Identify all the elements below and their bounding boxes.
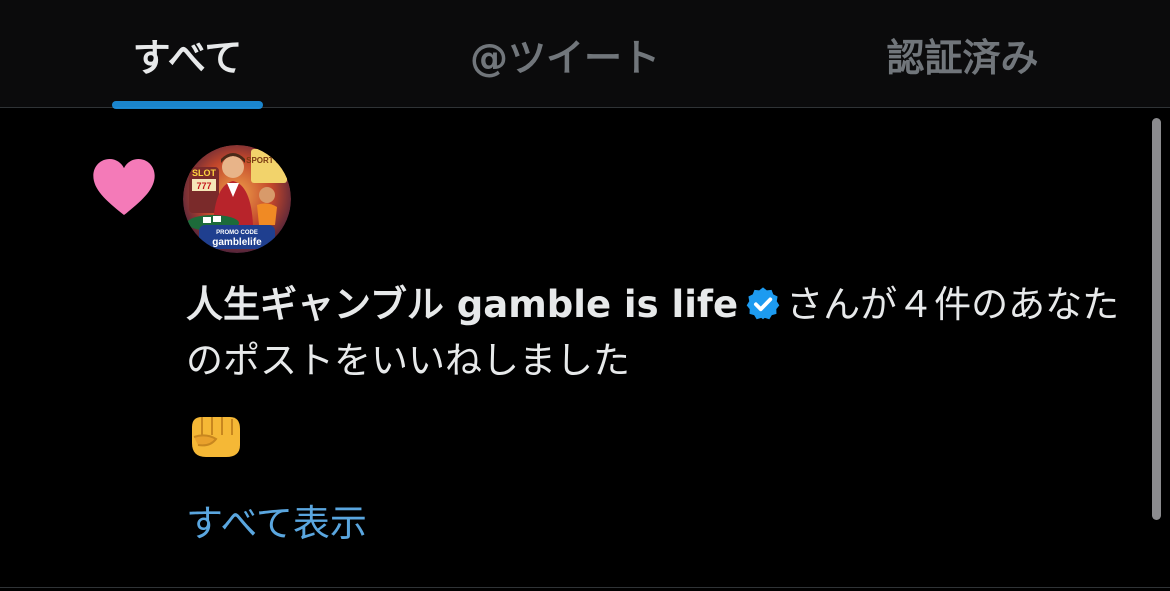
tab-verified[interactable]: 認証済み [860,0,1065,108]
avatar-sport-text: SPORT BET [246,156,291,165]
avatar-promo-text: PROMO CODE [216,230,258,236]
heart-icon [93,159,155,215]
avatar-slot-text: SLOT [192,168,217,178]
divider [0,587,1170,588]
tab-all[interactable]: すべて [110,0,265,108]
notification-tabs: すべて @ツイート 認証済み [0,0,1170,109]
fist-emoji-icon [186,409,244,461]
show-all-link[interactable]: すべて表示 [186,493,367,547]
verified-badge-icon [746,287,780,320]
user-name[interactable]: 人生ギャンブル gamble is life [186,283,738,326]
like-notification[interactable]: SLOT 777 SPORT BET PROMO CODE gamblelife… [0,109,1170,589]
active-tab-indicator [112,101,263,109]
avatar-code-text: gamblelife [212,237,262,248]
svg-text:777: 777 [196,181,211,191]
avatar[interactable]: SLOT 777 SPORT BET PROMO CODE gamblelife [183,145,291,253]
notification-text: 人生ギャンブル gamble is life さんが４件のあなたのポストをいいね… [186,277,1136,389]
tab-mentions[interactable]: @ツイート [420,0,710,108]
scrollbar[interactable] [1152,118,1161,520]
